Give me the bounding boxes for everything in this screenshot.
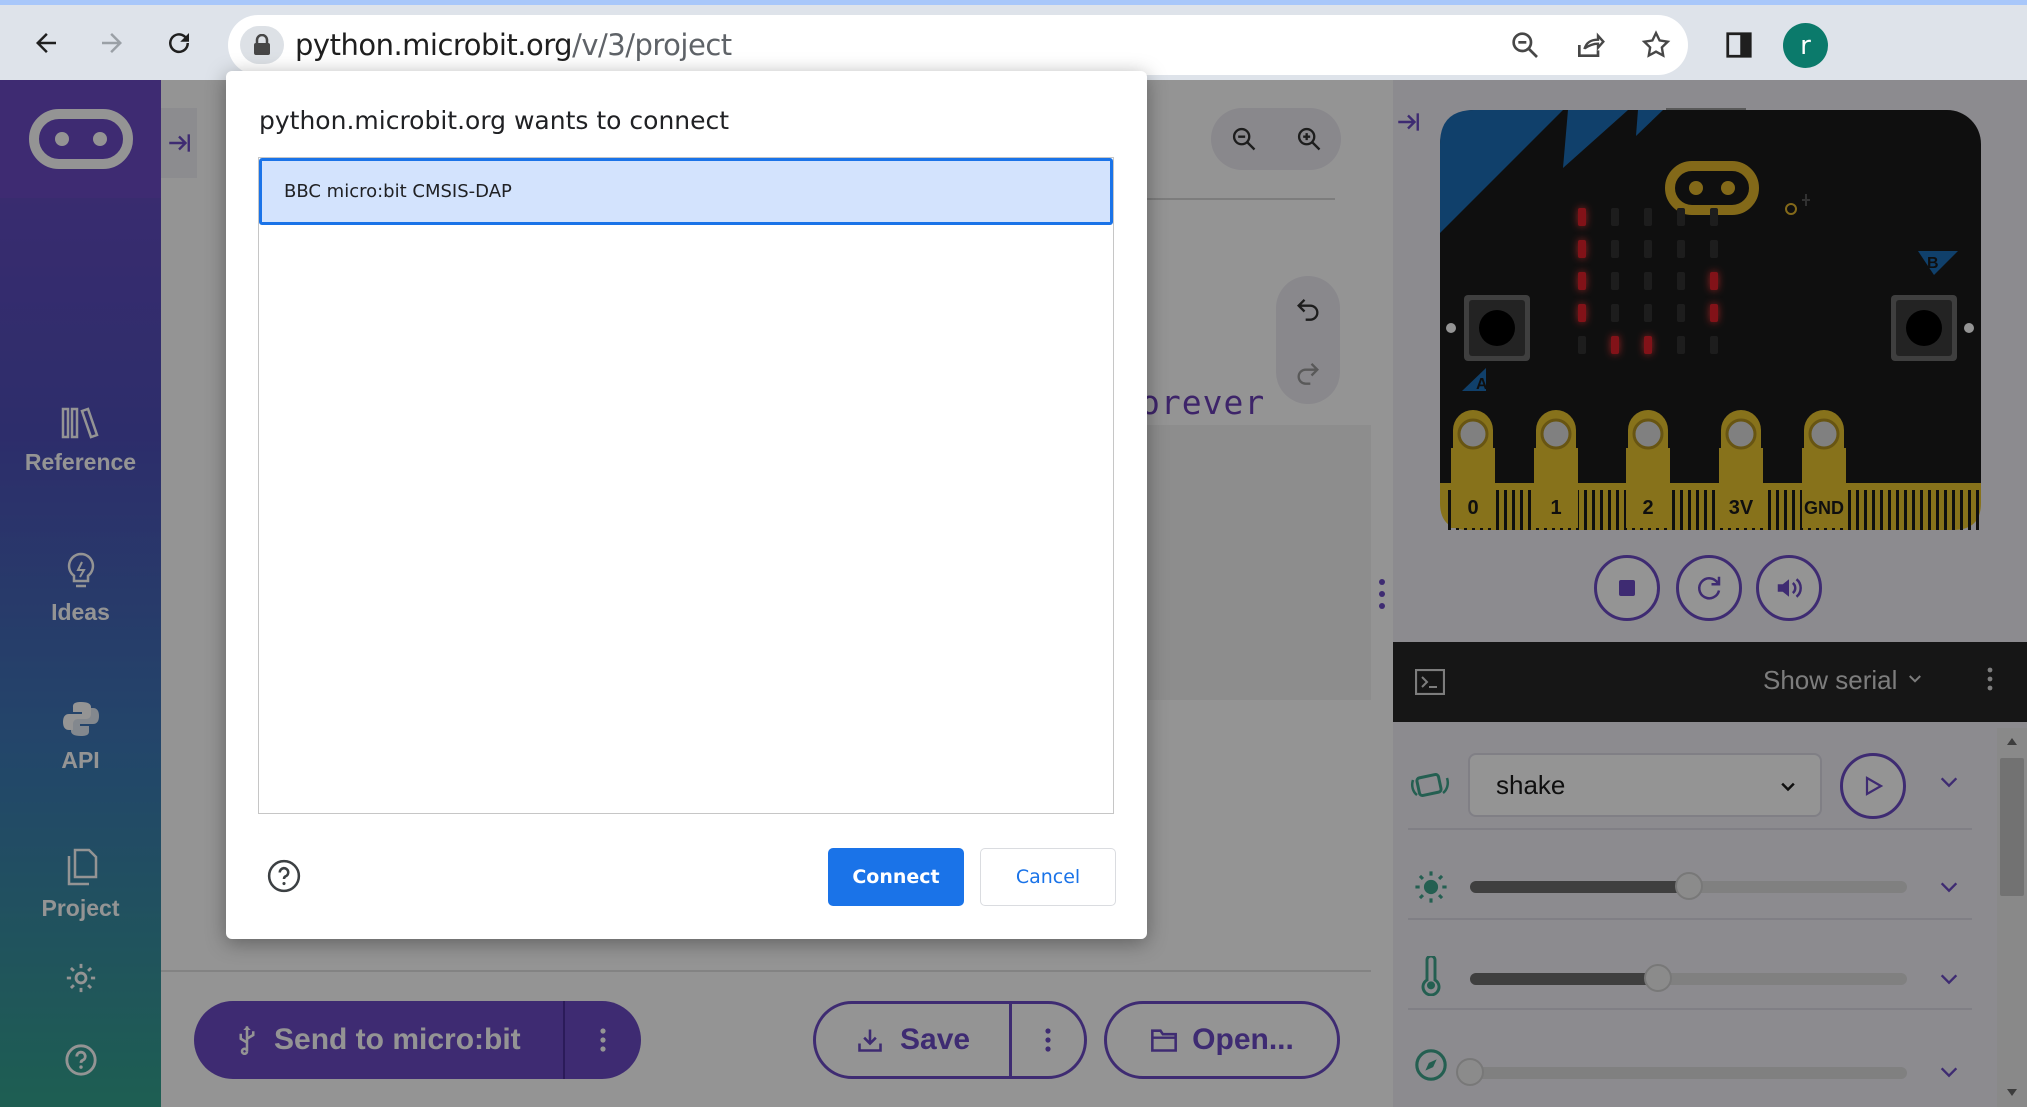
bookmark-button[interactable] [1636, 25, 1676, 65]
share-button[interactable] [1570, 25, 1610, 65]
zoom-out-icon [1512, 32, 1538, 58]
connect-button[interactable]: Connect [828, 848, 964, 906]
device-list-item[interactable]: BBC micro:bit CMSIS-DAP [259, 158, 1113, 225]
arrow-left-icon [36, 33, 56, 53]
side-panel-icon [1726, 32, 1752, 58]
side-panel-button[interactable] [1719, 25, 1759, 65]
share-icon [1578, 32, 1605, 57]
browser-toolbar: python.microbit.org/v/3/project r [0, 0, 2027, 80]
star-icon [1641, 30, 1671, 58]
arrow-right-icon [102, 33, 122, 53]
site-info-button[interactable] [240, 26, 284, 64]
usb-connect-dialog: python.microbit.org wants to connect BBC… [226, 71, 1147, 939]
url-text: python.microbit.org/v/3/project [295, 28, 732, 62]
lock-icon [254, 34, 270, 55]
back-button[interactable] [22, 19, 70, 67]
device-list: BBC micro:bit CMSIS-DAP [258, 157, 1114, 814]
zoom-page-button[interactable] [1505, 25, 1545, 65]
cancel-button[interactable]: Cancel [980, 848, 1116, 906]
reload-button[interactable] [155, 19, 203, 67]
reload-icon [169, 33, 190, 54]
dialog-title: python.microbit.org wants to connect [259, 106, 730, 135]
help-circle-icon[interactable] [267, 859, 301, 893]
forward-button[interactable] [88, 19, 136, 67]
profile-avatar[interactable]: r [1783, 23, 1828, 68]
